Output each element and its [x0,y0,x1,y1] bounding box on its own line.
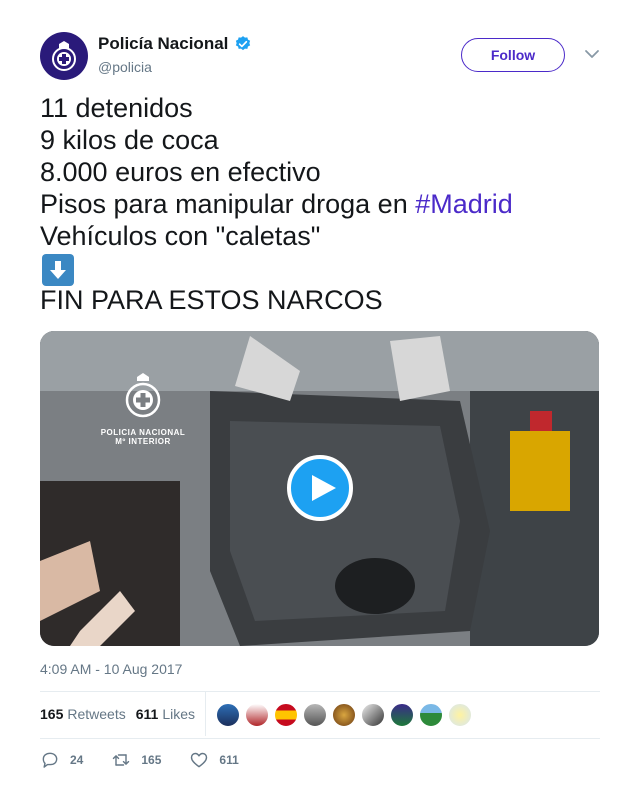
liker-avatar[interactable] [361,703,385,727]
tweet-line: 8.000 euros en efectivo [40,157,321,187]
likes-count[interactable]: 611 [136,706,159,722]
like-count: 611 [219,753,239,767]
reply-count: 24 [70,753,84,767]
retweet-button[interactable]: 165 [111,750,161,770]
liker-avatar[interactable] [216,703,240,727]
follow-button[interactable]: Follow [461,38,565,72]
tweet-line: 9 kilos de coca [40,125,219,155]
liker-avatars [216,703,477,727]
police-emblem-icon [125,373,161,418]
account-name[interactable]: Policía Nacional [98,34,228,54]
divider [40,738,600,739]
police-badge-icon [52,41,76,71]
verified-badge-icon [236,36,251,51]
play-icon [311,475,336,501]
like-button[interactable]: 611 [189,750,239,770]
account-name-row: Policía Nacional [98,34,252,54]
tweet-actions: 24 165 611 [40,750,267,770]
retweet-count: 165 [141,753,162,767]
liker-avatar[interactable] [419,703,443,727]
tweet-line-text: Pisos para manipular droga en [40,189,416,219]
retweet-icon [113,754,130,766]
liker-avatar[interactable] [390,703,414,727]
liker-avatar[interactable] [274,703,298,727]
divider [40,691,600,692]
tweet-stats: 165 Retweets 611 Likes [40,706,205,722]
watermark-line2: Mº INTERIOR [115,437,171,446]
tweet-line: Vehículos con "caletas" [40,221,321,251]
account-avatar[interactable] [40,32,88,80]
retweets-count[interactable]: 165 [40,706,63,722]
video-player[interactable]: POLICIA NACIONAL Mº INTERIOR [40,331,599,646]
tweet-line: 11 detenidos [40,93,193,123]
tweet-line: Pisos para manipular droga en #Madrid [40,188,610,220]
account-handle[interactable]: @policia [98,59,152,75]
liker-avatar[interactable] [245,703,269,727]
stats-separator [205,692,206,736]
heart-icon [191,752,208,768]
hashtag-link[interactable]: #Madrid [415,189,513,219]
liker-avatar[interactable] [303,703,327,727]
down-arrow-emoji-icon [42,253,74,286]
media-watermark: POLICIA NACIONAL Mº INTERIOR [95,371,191,446]
liker-avatar[interactable] [448,703,472,727]
play-button[interactable] [287,455,353,521]
reply-icon [42,752,58,768]
tweet-line: FIN PARA ESTOS NARCOS [40,285,383,315]
retweets-label[interactable]: Retweets [67,706,125,722]
likes-label[interactable]: Likes [162,706,195,722]
tweet-text: 11 detenidos 9 kilos de coca 8.000 euros… [40,92,610,316]
liker-avatar[interactable] [332,703,356,727]
reply-button[interactable]: 24 [40,750,83,770]
chevron-down-icon[interactable] [584,47,600,61]
tweet-line [40,252,610,286]
watermark-line1: POLICIA NACIONAL [100,428,186,437]
tweet-timestamp[interactable]: 4:09 AM - 10 Aug 2017 [40,661,182,677]
